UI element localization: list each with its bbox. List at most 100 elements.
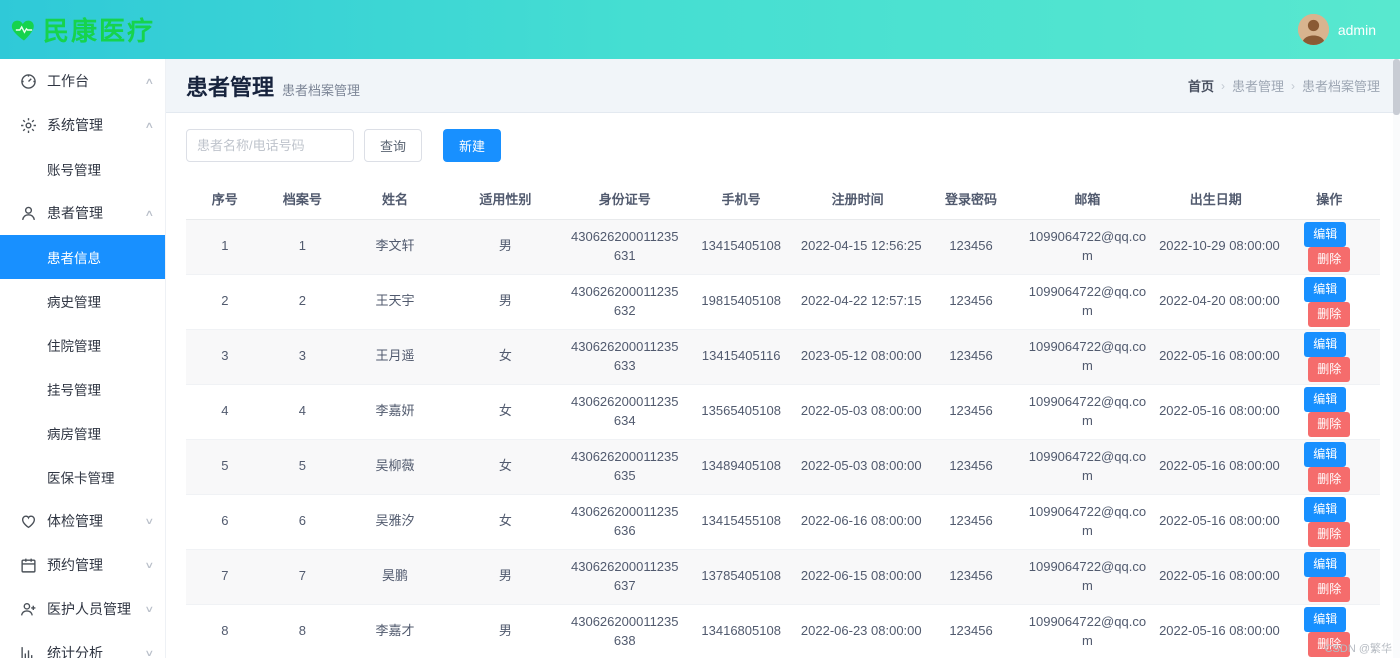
cell-phone: 13565405108 <box>687 384 795 440</box>
cell-actions: 编辑删除 <box>1278 329 1380 385</box>
query-button[interactable]: 查询 <box>364 129 423 162</box>
edit-button[interactable]: 编辑 <box>1304 441 1347 467</box>
delete-button[interactable]: 删除 <box>1308 301 1351 327</box>
cell-name: 王天宇 <box>341 274 449 330</box>
scrollbar-thumb[interactable] <box>1393 59 1400 115</box>
cell-no: 5 <box>186 439 264 495</box>
cell-file-no: 5 <box>263 439 342 495</box>
cell-no: 1 <box>186 219 264 275</box>
cell-email: 1099064722@qq.com <box>1021 219 1154 275</box>
breadcrumb-item[interactable]: 患者档案管理 <box>1302 76 1380 95</box>
sidebar-item[interactable]: 医护人员管理 ∨ <box>0 587 165 631</box>
sidebar-subitem-label: 账号管理 <box>47 163 101 178</box>
cell-actions: 编辑删除 <box>1278 219 1380 275</box>
sidebar-subitem[interactable]: 住院管理 <box>0 323 165 367</box>
cell-email: 1099064722@qq.com <box>1021 604 1154 658</box>
scrollbar[interactable] <box>1393 59 1400 658</box>
cell-id-card: 430626200011235638 <box>562 604 688 658</box>
sidebar-item-label: 系统管理 <box>47 117 103 133</box>
cell-gender: 女 <box>448 329 563 385</box>
sidebar-subitem-label: 病史管理 <box>47 295 101 310</box>
cell-name: 李嘉妍 <box>341 384 449 440</box>
sidebar-subitem[interactable]: 账号管理 <box>0 147 165 191</box>
column-header: 序号 <box>186 178 264 220</box>
user-menu[interactable]: admin <box>1297 14 1376 45</box>
cell-no: 8 <box>186 604 264 658</box>
table-row: 5 5 吴柳薇女 430626200011235635 13489405108 2022-… <box>186 439 1380 495</box>
cell-id-card: 430626200011235632 <box>562 274 688 330</box>
sidebar-item[interactable]: 患者管理 ∧ <box>0 191 165 235</box>
cell-no: 6 <box>186 494 264 550</box>
cell-birth: 2022-05-16 08:00:00 <box>1153 494 1280 550</box>
cell-file-no: 3 <box>263 329 342 385</box>
chevron-icon: ∨ <box>144 647 155 658</box>
delete-button[interactable]: 删除 <box>1308 246 1351 272</box>
table-row: 6 6 吴雅汐女 430626200011235636 13415455108 2022-… <box>186 494 1380 550</box>
cell-id-card: 430626200011235636 <box>562 494 688 550</box>
breadcrumb-item[interactable]: 患者管理 <box>1232 76 1284 95</box>
column-header: 姓名 <box>341 178 449 220</box>
chevron-icon: ∧ <box>144 207 155 218</box>
search-input[interactable] <box>186 129 354 162</box>
cell-birth: 2022-05-16 08:00:00 <box>1153 329 1280 385</box>
cell-gender: 男 <box>448 274 563 330</box>
sidebar-item[interactable]: 系统管理 ∧ <box>0 103 165 147</box>
column-header: 出生日期 <box>1153 178 1279 220</box>
sidebar-item-label: 医护人员管理 <box>47 601 131 617</box>
sidebar-item[interactable]: 工作台 ∧ <box>0 59 165 103</box>
edit-button[interactable]: 编辑 <box>1304 276 1347 302</box>
sidebar-item[interactable]: 体检管理 ∨ <box>0 499 165 543</box>
sidebar-subitem[interactable]: 患者信息 <box>0 235 165 279</box>
cell-password: 123456 <box>920 384 1022 440</box>
cell-reg-time: 2022-04-15 12:56:25 <box>794 219 922 275</box>
checkup-icon <box>20 513 37 530</box>
edit-button[interactable]: 编辑 <box>1304 496 1347 522</box>
chevron-icon: ∨ <box>144 515 155 526</box>
sidebar-item-label: 预约管理 <box>47 557 103 573</box>
chevron-icon: ∨ <box>144 603 155 614</box>
delete-button[interactable]: 删除 <box>1308 466 1351 492</box>
column-header: 适用性别 <box>448 178 563 220</box>
logo[interactable]: 民康医疗 <box>10 11 155 48</box>
delete-button[interactable]: 删除 <box>1308 576 1351 602</box>
cell-birth: 2022-04-20 08:00:00 <box>1153 274 1280 330</box>
cell-file-no: 2 <box>263 274 342 330</box>
page-header: 患者管理 患者档案管理 首页 › 患者管理 › 患者档案管理 <box>166 59 1400 113</box>
cell-email: 1099064722@qq.com <box>1021 549 1154 605</box>
cell-no: 4 <box>186 384 264 440</box>
sidebar-item[interactable]: 统计分析 ∨ <box>0 631 165 658</box>
create-button[interactable]: 新建 <box>443 129 502 162</box>
avatar[interactable] <box>1297 14 1329 45</box>
delete-button[interactable]: 删除 <box>1308 356 1351 382</box>
watermark: CSDN @繁华 <box>1324 643 1392 655</box>
cell-phone: 13489405108 <box>687 439 795 495</box>
edit-button[interactable]: 编辑 <box>1304 331 1347 357</box>
delete-button[interactable]: 删除 <box>1308 521 1351 547</box>
cell-email: 1099064722@qq.com <box>1021 274 1154 330</box>
sidebar-item[interactable]: 预约管理 ∨ <box>0 543 165 587</box>
stats-icon <box>20 645 37 658</box>
cell-reg-time: 2022-05-03 08:00:00 <box>794 439 922 495</box>
edit-button[interactable]: 编辑 <box>1304 386 1347 412</box>
sidebar-subitem[interactable]: 病史管理 <box>0 279 165 323</box>
edit-button[interactable]: 编辑 <box>1304 606 1347 632</box>
cell-name: 昊鹏 <box>341 549 449 605</box>
cell-name: 吴雅汐 <box>341 494 449 550</box>
column-header: 登录密码 <box>920 178 1022 220</box>
breadcrumb-item[interactable]: 首页 <box>1188 76 1214 95</box>
cell-gender: 女 <box>448 439 563 495</box>
sidebar-item-label: 工作台 <box>47 73 89 89</box>
sidebar-subitem[interactable]: 挂号管理 <box>0 367 165 411</box>
edit-button[interactable]: 编辑 <box>1304 551 1347 577</box>
cell-name: 王月遥 <box>341 329 449 385</box>
cell-birth: 2022-05-16 08:00:00 <box>1153 439 1280 495</box>
chevron-icon: ∧ <box>144 75 155 86</box>
sidebar-subitem[interactable]: 医保卡管理 <box>0 455 165 499</box>
sidebar-subitem[interactable]: 病房管理 <box>0 411 165 455</box>
cell-actions: 编辑删除 <box>1278 549 1380 605</box>
chevron-icon: ∨ <box>144 559 155 570</box>
edit-button[interactable]: 编辑 <box>1304 221 1347 247</box>
table-row: 3 3 王月遥女 430626200011235633 13415405116 2023-… <box>186 329 1380 385</box>
delete-button[interactable]: 删除 <box>1308 411 1351 437</box>
sidebar-item-label: 体检管理 <box>47 513 103 529</box>
